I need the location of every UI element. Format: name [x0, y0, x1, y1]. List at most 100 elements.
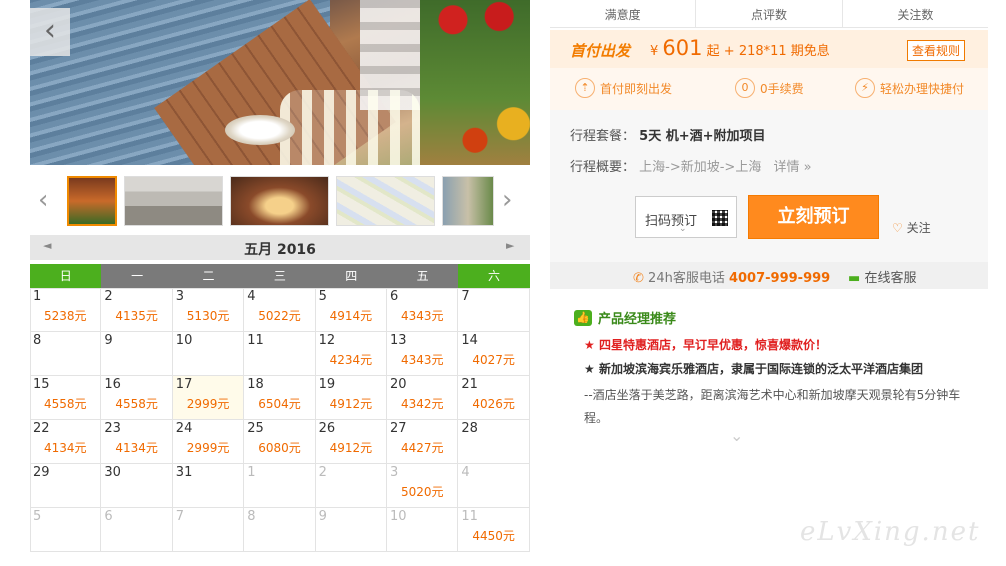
day-number: 27: [390, 421, 407, 436]
calendar-day-cell[interactable]: 4: [458, 464, 530, 508]
view-rules-button[interactable]: 查看规则: [907, 40, 966, 61]
day-number: 30: [104, 465, 121, 480]
heart-icon: ♡: [892, 221, 903, 235]
price-currency: ¥: [650, 44, 659, 59]
calendar-day-cell[interactable]: 26 4912元: [315, 420, 387, 464]
thumb-prev-icon[interactable]: ‹: [38, 185, 48, 215]
calendar-day-cell[interactable]: 29: [30, 464, 102, 508]
expand-chevron-icon[interactable]: ⌄: [730, 426, 743, 445]
calendar-day-cell[interactable]: 31: [172, 464, 245, 508]
star-icon: ★: [584, 338, 595, 352]
day-number: 20: [390, 377, 407, 392]
recommendation-line-2: ★ 新加坡滨海宾乐雅酒店，隶属于国际连锁的泛太平洋酒店集团: [584, 360, 923, 377]
installment-features: ⇡ 首付即刻出发 0 0手续费 ⚡ 轻松办理快捷付: [550, 68, 988, 110]
hero-prev-arrow-icon[interactable]: ‹: [30, 8, 70, 56]
day-number: 3: [175, 289, 185, 304]
chevron-down-icon: ⌄: [679, 224, 687, 234]
online-service-link[interactable]: ▬ 在线客服: [848, 267, 916, 286]
thumbnail-1[interactable]: [67, 176, 117, 226]
calendar-day-cell[interactable]: 18 6504元: [244, 376, 316, 420]
calendar-day-cell[interactable]: 7: [458, 288, 530, 332]
book-now-button[interactable]: 立刻预订: [748, 195, 879, 239]
calendar-day-cell[interactable]: 12 4234元: [315, 332, 387, 376]
site-watermark: eLvXing.net: [800, 517, 981, 547]
calendar-day-cell[interactable]: 7: [172, 508, 245, 552]
calendar-day-cell[interactable]: 11: [244, 332, 316, 376]
calendar-day-cell[interactable]: 20 4342元: [387, 376, 459, 420]
calendar-day-cell[interactable]: 25 6080元: [244, 420, 316, 464]
calendar-day-cell[interactable]: 14 4027元: [458, 332, 530, 376]
calendar-day-cell[interactable]: 15 4558元: [30, 376, 102, 420]
thumbnail-3[interactable]: [230, 176, 329, 226]
thumbs-up-icon: 👍: [574, 309, 592, 326]
calendar-day-cell[interactable]: 10: [172, 332, 245, 376]
calendar-day-cell[interactable]: 5 4914元: [315, 288, 387, 332]
calendar-day-cell[interactable]: 16 4558元: [101, 376, 173, 420]
day-price: 4027元: [472, 353, 515, 367]
calendar-day-cell[interactable]: 6: [101, 508, 173, 552]
day-number: 9: [104, 333, 113, 348]
day-number: 11: [247, 333, 264, 348]
installment-price: ¥ 601 起 + 218*11 期免息: [650, 36, 830, 60]
scan-to-book-button[interactable]: 扫码预订 ⌄: [635, 196, 737, 238]
follow-button[interactable]: ♡ 关注: [892, 219, 931, 236]
calendar-day-cell[interactable]: 3 5130元: [172, 288, 245, 332]
calendar-day-cell[interactable]: 8: [244, 508, 316, 552]
day-price: 5022元: [258, 309, 301, 323]
day-price: 5020元: [401, 485, 444, 499]
day-price: 4558元: [44, 397, 87, 411]
calendar-day-cell[interactable]: 17 2999元: [172, 376, 245, 420]
calendar-day-cell[interactable]: 1: [244, 464, 316, 508]
calendar-day-cell[interactable]: 3 5020元: [387, 464, 459, 508]
calendar-day-cell[interactable]: 6 4343元: [387, 288, 459, 332]
calendar-day-cell[interactable]: 19 4912元: [315, 376, 387, 420]
calendar-day-cell[interactable]: 10: [387, 508, 459, 552]
calendar-day-cell[interactable]: 24 2999元: [172, 420, 245, 464]
calendar-day-cell[interactable]: 22 4134元: [30, 420, 102, 464]
calendar-day-cell[interactable]: 27 4427元: [387, 420, 459, 464]
stat-satisfaction: 满意度: [550, 0, 697, 27]
hotline-bar: ✆ 24h客服电话 4007-999-999 ▬ 在线客服: [550, 262, 988, 289]
hotline-phone: ✆ 24h客服电话 4007-999-999: [633, 267, 830, 286]
manager-recommendation: 👍 产品经理推荐 ★ 四星特惠酒店，早订早优惠，惊喜爆款价！ ★ 新加坡滨海宾乐…: [550, 300, 988, 440]
star-icon: ★: [584, 362, 595, 376]
day-number: 1: [247, 465, 256, 480]
calendar-day-cell[interactable]: 9: [315, 508, 387, 552]
calendar-day-cell[interactable]: 8: [30, 332, 102, 376]
thumbnail-2[interactable]: [124, 176, 223, 226]
day-number: 5: [33, 509, 42, 524]
calendar-day-cell[interactable]: 11 4450元: [458, 508, 530, 552]
calendar-day-cell[interactable]: 9: [101, 332, 173, 376]
phone-icon: ✆: [633, 271, 644, 286]
calendar-day-cell[interactable]: 2 4135元: [101, 288, 173, 332]
day-number: 3: [390, 465, 399, 480]
overview-value: 上海->新加坡->上海: [639, 160, 762, 175]
calendar-day-cell[interactable]: 23 4134元: [101, 420, 173, 464]
follow-label: 关注: [906, 221, 931, 235]
thumb-next-icon[interactable]: ›: [502, 185, 512, 215]
feature-label: 0手续费: [760, 81, 804, 96]
calendar-day-cell[interactable]: 1 5238元: [30, 288, 102, 332]
overview-label: 行程概要：: [570, 160, 636, 175]
stat-reviews[interactable]: 点评数: [696, 0, 843, 27]
month-next-icon[interactable]: ►: [506, 239, 514, 252]
calendar-day-cell[interactable]: 2: [315, 464, 387, 508]
thumbnail-4[interactable]: [336, 176, 435, 226]
detail-link[interactable]: 详情 »: [773, 160, 811, 175]
calendar-day-cell[interactable]: 21 4026元: [458, 376, 530, 420]
calendar-day-cell[interactable]: 30: [101, 464, 173, 508]
calendar-day-cell[interactable]: 28: [458, 420, 530, 464]
calendar-day-cell[interactable]: 4 5022元: [244, 288, 316, 332]
day-price: 4914元: [329, 309, 373, 323]
calendar-header: ◄ 五月 2016 ►: [30, 235, 530, 260]
thumbnail-5[interactable]: [442, 176, 494, 226]
calendar-day-cell[interactable]: 5: [30, 508, 102, 552]
zero-fee-icon: 0: [735, 78, 755, 98]
day-number: 7: [175, 509, 185, 524]
day-price: 4558元: [115, 397, 158, 411]
calendar-day-cell[interactable]: 13 4343元: [387, 332, 459, 376]
day-number: 11: [461, 509, 478, 524]
day-price: 4342元: [401, 397, 444, 411]
day-price: 4135元: [115, 309, 158, 323]
day-price: 4343元: [401, 353, 444, 367]
